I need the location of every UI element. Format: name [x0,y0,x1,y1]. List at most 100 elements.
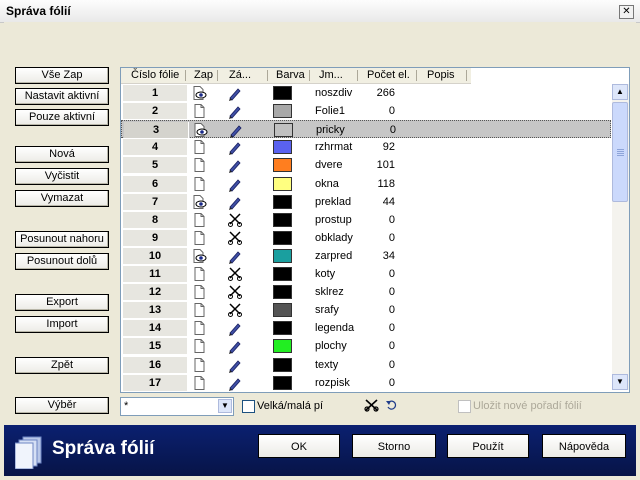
table-row[interactable]: 5 dvere 101 [121,156,611,174]
pencil-icon[interactable] [227,248,243,264]
pencil-icon[interactable] [227,320,243,336]
table-row[interactable]: 17 rozpisk 0 [121,374,611,392]
back-button[interactable]: Zpět [15,357,109,374]
help-button[interactable]: Nápověda [542,434,626,458]
table-row[interactable]: 12 sklrez 0 [121,283,611,301]
color-swatch[interactable] [273,86,292,100]
scissors-icon[interactable] [227,302,243,318]
color-swatch[interactable] [273,104,292,118]
pencil-icon[interactable] [227,176,243,192]
table-row[interactable]: 14 legenda 0 [121,319,611,337]
page-icon[interactable] [191,266,207,282]
pencil-icon[interactable] [227,338,243,354]
import-button[interactable]: Import [15,316,109,333]
page-icon[interactable] [191,176,207,192]
eye-icon[interactable] [191,85,207,101]
apply-button[interactable]: Použít [447,434,529,458]
scroll-thumb[interactable] [612,102,628,202]
table-row[interactable]: 3 pricky 0 [121,120,611,138]
color-swatch[interactable] [273,358,292,372]
page-icon[interactable] [191,338,207,354]
col-header-number[interactable]: Číslo fólie [131,69,179,81]
table-row[interactable]: 15 plochy 0 [121,337,611,355]
filter-combo[interactable]: * ▼ [120,397,234,416]
table-row[interactable]: 16 texty 0 [121,356,611,374]
page-icon[interactable] [191,375,207,391]
page-icon[interactable] [191,302,207,318]
ok-button[interactable]: OK [258,434,340,458]
pencil-icon[interactable] [228,122,244,138]
export-button[interactable]: Export [15,294,109,311]
table-row[interactable]: 6 okna 118 [121,175,611,193]
page-icon[interactable] [191,139,207,155]
color-swatch[interactable] [273,267,292,281]
cut-filter-icon[interactable] [364,398,380,412]
eye-icon[interactable] [191,248,207,264]
col-header-edit[interactable]: Zá... [229,69,251,81]
new-button[interactable]: Nová [15,146,109,163]
color-swatch[interactable] [273,140,292,154]
select-button[interactable]: Výběr [15,397,109,414]
table-row[interactable]: 9 obklady 0 [121,229,611,247]
col-header-on[interactable]: Zap [194,69,213,81]
table-row[interactable]: 7 preklad 44 [121,193,611,211]
page-icon[interactable] [191,230,207,246]
pencil-icon[interactable] [227,375,243,391]
color-swatch[interactable] [273,376,292,390]
color-swatch[interactable] [273,249,292,263]
table-row[interactable]: 1 noszdiv 266 [121,84,611,102]
color-swatch[interactable] [273,231,292,245]
eye-icon[interactable] [191,194,207,210]
move-down-button[interactable]: Posunout dolů [15,253,109,270]
table-row[interactable]: 10 zarpred 34 [121,247,611,265]
move-up-button[interactable]: Posunout nahoru [15,231,109,248]
save-order-checkbox[interactable] [458,400,471,413]
scissors-icon[interactable] [227,230,243,246]
col-header-description[interactable]: Popis [427,69,455,81]
page-icon[interactable] [191,320,207,336]
color-swatch[interactable] [274,123,293,137]
color-swatch[interactable] [273,303,292,317]
color-swatch[interactable] [273,321,292,335]
pencil-icon[interactable] [227,157,243,173]
col-header-count[interactable]: Počet el. [367,69,410,81]
case-sensitive-checkbox[interactable] [242,400,255,413]
table-row[interactable]: 11 koty 0 [121,265,611,283]
scroll-down-icon[interactable]: ▼ [612,374,628,390]
close-icon[interactable]: ✕ [619,5,634,19]
color-swatch[interactable] [273,285,292,299]
only-active-button[interactable]: Pouze aktivní [15,109,109,126]
color-swatch[interactable] [273,195,292,209]
scroll-up-icon[interactable]: ▲ [612,84,628,100]
page-icon[interactable] [191,103,207,119]
pencil-icon[interactable] [227,139,243,155]
color-swatch[interactable] [273,213,292,227]
page-icon[interactable] [191,357,207,373]
col-header-color[interactable]: Barva [276,69,305,81]
table-row[interactable]: 8 prostup 0 [121,211,611,229]
delete-button[interactable]: Vymazat [15,190,109,207]
pencil-icon[interactable] [227,357,243,373]
page-icon[interactable] [191,212,207,228]
page-icon[interactable] [191,157,207,173]
all-on-button[interactable]: Vše Zap [15,67,109,84]
cancel-button[interactable]: Storno [352,434,436,458]
scissors-icon[interactable] [227,212,243,228]
color-swatch[interactable] [273,339,292,353]
pencil-icon[interactable] [227,85,243,101]
undo-icon[interactable] [385,399,399,411]
col-header-name[interactable]: Jm... [319,69,343,81]
chevron-down-icon[interactable]: ▼ [218,399,232,413]
table-row[interactable]: 2 Folie1 0 [121,102,611,120]
scissors-icon[interactable] [227,266,243,282]
scissors-icon[interactable] [227,284,243,300]
color-swatch[interactable] [273,158,292,172]
pencil-icon[interactable] [227,194,243,210]
pencil-icon[interactable] [227,103,243,119]
color-swatch[interactable] [273,177,292,191]
eye-icon[interactable] [192,122,208,138]
table-row[interactable]: 13 srafy 0 [121,301,611,319]
set-active-button[interactable]: Nastavit aktivní [15,88,109,105]
clear-button[interactable]: Vyčistit [15,168,109,185]
page-icon[interactable] [191,284,207,300]
